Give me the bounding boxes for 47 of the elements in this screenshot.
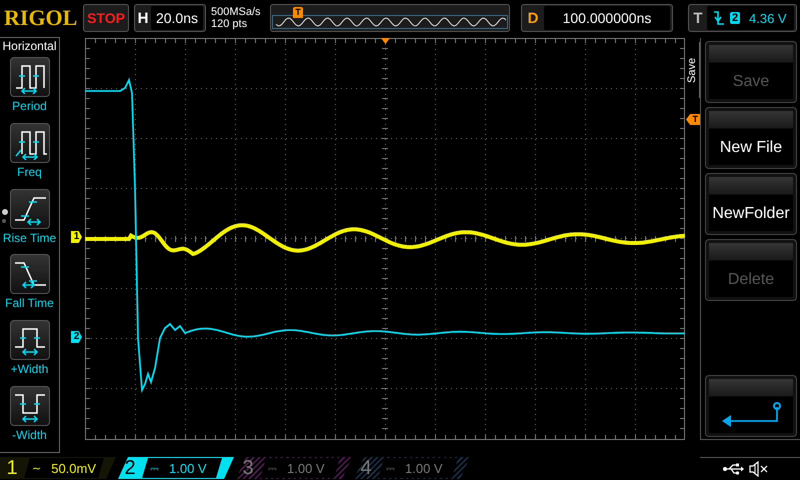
measure-button[interactable]	[10, 320, 50, 360]
brand-logo: RIGOL	[4, 5, 78, 31]
back-button[interactable]	[705, 375, 797, 437]
coupling-symbol: ~	[32, 462, 42, 474]
delay-label: D	[526, 10, 540, 26]
channel-scale: 1.00 V	[287, 460, 325, 476]
measure-label: +Width	[10, 362, 48, 376]
sample-rate: 500MSa/s	[211, 6, 262, 18]
measure-label: Period	[12, 99, 47, 113]
measure-label: Rise Time	[2, 230, 56, 245]
trigger-level: 4.36 V	[749, 10, 787, 26]
channel-marker: 2	[71, 331, 82, 343]
coupling-symbol: ⎓	[386, 462, 395, 474]
speaker-muted-icon	[748, 460, 770, 476]
channel-tab[interactable]: 1 ~ 50.0mV	[0, 457, 116, 479]
panel-title: Horizontal	[2, 39, 57, 54]
measure-label: -Width	[12, 428, 47, 442]
measure-button[interactable]	[10, 254, 50, 294]
falling-edge-icon	[713, 10, 725, 26]
run-stop-button[interactable]: STOP	[83, 4, 129, 32]
measure-label: Freq	[17, 164, 42, 179]
timebase-value: 20.0ns	[151, 6, 203, 30]
menu-button[interactable]: New File	[705, 107, 797, 169]
trigger-label: T	[692, 10, 704, 26]
channel-marker: 1	[71, 231, 82, 243]
coupling-symbol: ⎓	[150, 462, 159, 474]
measure-label: Fall Time	[5, 296, 54, 310]
usb-icon	[722, 462, 744, 474]
delay-value: 100.000000ns	[544, 6, 670, 30]
memory-depth: 120 pts	[211, 18, 248, 30]
channel-number: 2	[123, 457, 137, 479]
trigger-marker: T	[293, 7, 303, 18]
trigger-source: 2	[730, 12, 740, 24]
measure-button[interactable]	[10, 122, 50, 163]
channel-number: 1	[5, 457, 19, 479]
menu-button[interactable]: NewFolder	[705, 173, 797, 235]
measure-button[interactable]	[10, 386, 50, 426]
measure-button[interactable]	[10, 57, 50, 97]
channel-scale: 50.0mV	[51, 460, 96, 476]
channel-tab[interactable]: 2 ⎓ 1.00 V	[118, 457, 234, 479]
coupling-symbol: ⎓	[268, 462, 277, 474]
channel-scale: 1.00 V	[169, 460, 207, 476]
channel-scale: 1.00 V	[405, 460, 443, 476]
trigger-position-icon	[381, 38, 390, 44]
measure-button[interactable]	[10, 188, 50, 229]
trigger-level-marker: T	[686, 114, 700, 125]
timebase-label: H	[136, 10, 150, 26]
